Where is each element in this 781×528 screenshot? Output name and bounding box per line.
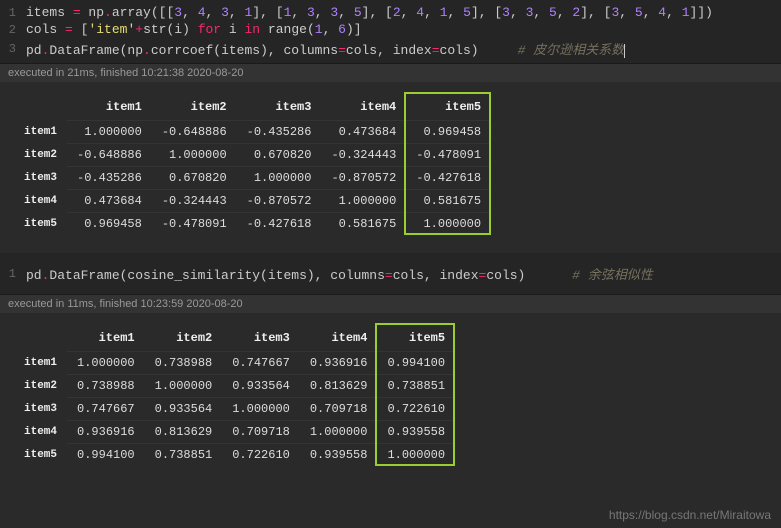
cell-value: -0.324443 <box>152 190 237 213</box>
cell-value: -0.478091 <box>406 144 491 167</box>
cell-value: 0.747667 <box>67 398 145 421</box>
cell-value: 0.933564 <box>222 375 300 398</box>
column-header: item3 <box>222 325 300 352</box>
row-header: item3 <box>14 398 67 421</box>
row-header: item3 <box>14 167 67 190</box>
cell-value: -0.648886 <box>152 121 237 144</box>
row-header: item4 <box>14 190 67 213</box>
cell-value: 1.000000 <box>406 213 491 236</box>
cell-value: -0.427618 <box>406 167 491 190</box>
column-header: item1 <box>67 94 152 121</box>
cell-value: 0.813629 <box>300 375 378 398</box>
cell-value: 0.722610 <box>222 444 300 467</box>
line-number: 1 <box>0 267 26 281</box>
cell-value: 1.000000 <box>152 144 237 167</box>
cell-value: 0.473684 <box>67 190 152 213</box>
column-header: item5 <box>377 325 455 352</box>
table-row: item11.000000-0.648886-0.4352860.4736840… <box>14 121 491 144</box>
line-number: 3 <box>0 42 26 56</box>
cell-value: 0.473684 <box>321 121 406 144</box>
column-header: item1 <box>67 325 145 352</box>
cell-value: 0.670820 <box>152 167 237 190</box>
column-header: item2 <box>145 325 223 352</box>
row-header: item5 <box>14 213 67 236</box>
cell-value: -0.478091 <box>152 213 237 236</box>
cell-value: 1.000000 <box>321 190 406 213</box>
cell-value: 0.738851 <box>145 444 223 467</box>
cell-value: 1.000000 <box>67 352 145 375</box>
column-header: item5 <box>406 94 491 121</box>
cell-value: -0.427618 <box>237 213 322 236</box>
execution-status-1: executed in 21ms, finished 10:21:38 2020… <box>0 64 781 82</box>
cell-value: 0.969458 <box>67 213 152 236</box>
cell-value: -0.324443 <box>321 144 406 167</box>
cell-value: 0.738851 <box>377 375 455 398</box>
code-line-1[interactable]: items = np.array([[3, 4, 3, 1], [1, 3, 3… <box>26 5 713 20</box>
cell-value: 0.709718 <box>222 421 300 444</box>
cell-value: 0.936916 <box>300 352 378 375</box>
output-2: item1item2item3item4item5item11.0000000.… <box>0 313 781 484</box>
table-row: item2-0.6488861.0000000.670820-0.324443-… <box>14 144 491 167</box>
cell-value: 0.738988 <box>145 352 223 375</box>
cell-value: 0.747667 <box>222 352 300 375</box>
table-row: item30.7476670.9335641.0000000.7097180.7… <box>14 398 455 421</box>
code-line-1[interactable]: pd.DataFrame(cosine_similarity(items), c… <box>26 264 653 283</box>
cell-value: -0.870572 <box>321 167 406 190</box>
execution-status-2: executed in 11ms, finished 10:23:59 2020… <box>0 295 781 313</box>
cell-value: 0.939558 <box>300 444 378 467</box>
column-header: item4 <box>321 94 406 121</box>
table-row: item40.473684-0.324443-0.8705721.0000000… <box>14 190 491 213</box>
cell-value: 0.738988 <box>67 375 145 398</box>
line-number: 1 <box>0 6 26 20</box>
table-row: item11.0000000.7389880.7476670.9369160.9… <box>14 352 455 375</box>
column-header: item2 <box>152 94 237 121</box>
correlation-table-2: item1item2item3item4item5item11.0000000.… <box>14 325 455 466</box>
cell-value: 1.000000 <box>222 398 300 421</box>
cell-value: 0.936916 <box>67 421 145 444</box>
row-header: item5 <box>14 444 67 467</box>
cell-value: 0.581675 <box>321 213 406 236</box>
code-line-2[interactable]: cols = ['item'+str(i) for i in range(1, … <box>26 22 362 37</box>
cell-value: 0.581675 <box>406 190 491 213</box>
cell-value: -0.870572 <box>237 190 322 213</box>
table-row: item40.9369160.8136290.7097181.0000000.9… <box>14 421 455 444</box>
column-header: item3 <box>237 94 322 121</box>
cell-value: 0.933564 <box>145 398 223 421</box>
table-row: item50.969458-0.478091-0.4276180.5816751… <box>14 213 491 236</box>
table-row: item50.9941000.7388510.7226100.9395581.0… <box>14 444 455 467</box>
watermark: https://blog.csdn.net/Miraitowa <box>609 508 771 522</box>
row-header: item2 <box>14 144 67 167</box>
cell-value: 0.939558 <box>377 421 455 444</box>
cell-value: 0.709718 <box>300 398 378 421</box>
cell-value: 1.000000 <box>237 167 322 190</box>
cell-value: -0.435286 <box>67 167 152 190</box>
cell-value: 1.000000 <box>67 121 152 144</box>
row-header: item4 <box>14 421 67 444</box>
cell-value: 0.670820 <box>237 144 322 167</box>
cell-value: -0.648886 <box>67 144 152 167</box>
correlation-table-1: item1item2item3item4item5item11.000000-0… <box>14 94 491 235</box>
output-1: item1item2item3item4item5item11.000000-0… <box>0 82 781 253</box>
cell-value: -0.435286 <box>237 121 322 144</box>
cell-value: 0.722610 <box>377 398 455 421</box>
cell-value: 0.994100 <box>67 444 145 467</box>
cell-value: 1.000000 <box>300 421 378 444</box>
cell-value: 0.994100 <box>377 352 455 375</box>
column-header: item4 <box>300 325 378 352</box>
row-header: item1 <box>14 352 67 375</box>
row-header: item1 <box>14 121 67 144</box>
row-header: item2 <box>14 375 67 398</box>
table-row: item3-0.4352860.6708201.000000-0.870572-… <box>14 167 491 190</box>
line-number: 2 <box>0 23 26 37</box>
cell-value: 0.813629 <box>145 421 223 444</box>
cell-value: 1.000000 <box>145 375 223 398</box>
code-cell-2[interactable]: 1 pd.DataFrame(cosine_similarity(items),… <box>0 253 781 295</box>
cell-value: 1.000000 <box>377 444 455 467</box>
table-row: item20.7389881.0000000.9335640.8136290.7… <box>14 375 455 398</box>
code-cell-1[interactable]: 1 items = np.array([[3, 4, 3, 1], [1, 3,… <box>0 0 781 64</box>
code-line-3[interactable]: pd.DataFrame(np.corrcoef(items), columns… <box>26 39 625 58</box>
cell-value: 0.969458 <box>406 121 491 144</box>
